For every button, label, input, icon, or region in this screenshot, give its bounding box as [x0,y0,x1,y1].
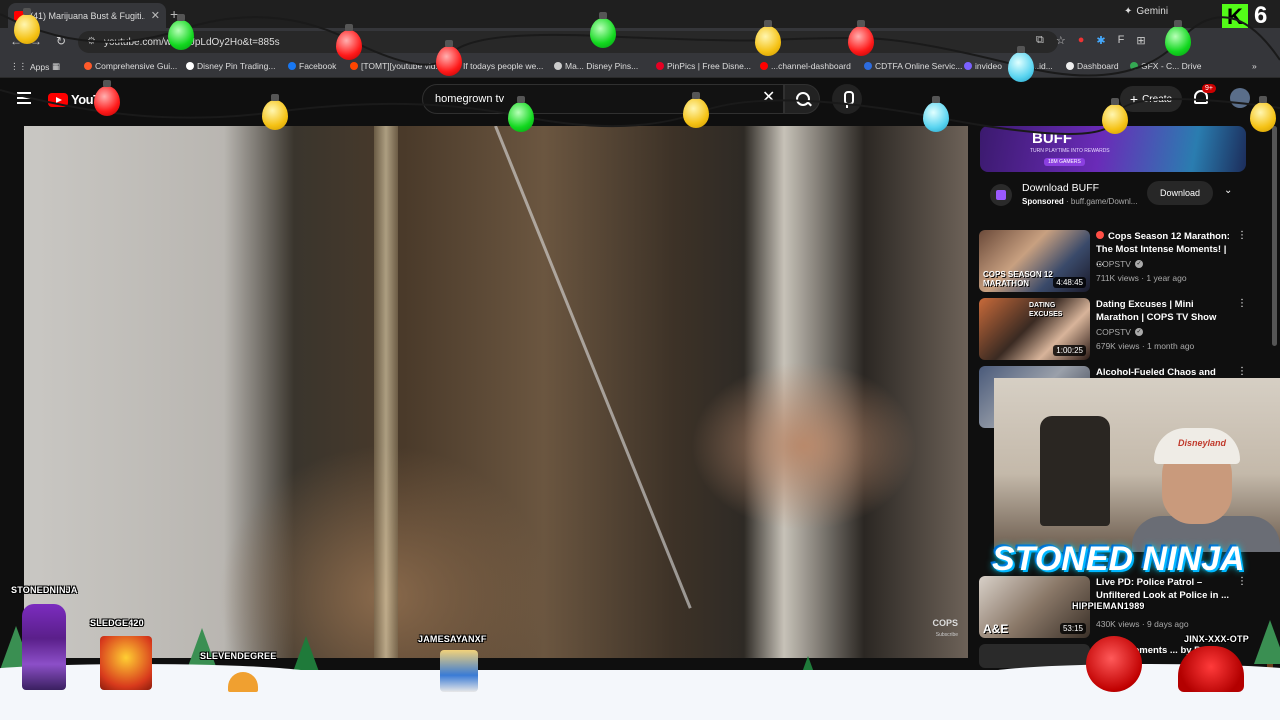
verified-check-icon: ✓ [1134,328,1143,336]
stoned-ninja-overlay-logo: STONED NINJA [992,540,1245,578]
view-count: 679K views · 1 month ago [1096,341,1195,351]
christmas-light-icon [508,96,534,132]
chatter-name: JAMESAYANXF [418,634,487,644]
christmas-light-icon [1102,98,1128,134]
ad-download-button[interactable]: Download [1147,181,1213,205]
red-dot-icon [1096,231,1104,239]
pine-tree-icon [1254,620,1280,672]
channel-watermark[interactable]: COPS [932,618,958,628]
channel-name[interactable]: COPSTV ✓ [1096,327,1143,337]
ad-banner-pill: 18M GAMERS [1044,158,1085,166]
ae-logo: A&E [983,622,1009,636]
video-player[interactable]: COPS Subscribe [24,126,968,658]
ad-meta: Sponsored · buff.game/Downl... [1022,197,1138,206]
christmas-light-icon [336,24,362,60]
watermark-subscribe[interactable]: Subscribe [936,632,958,638]
disneyland-cap-logo: Disneyland [1178,438,1227,448]
ad-info-row: Download BUFF Sponsored · buff.game/Down… [990,180,1250,210]
chatter-avatar-sprite [1178,646,1244,692]
christmas-light-icon [755,20,781,56]
christmas-light-icon [168,14,194,50]
thumbnail-text: COPS SEASON 12 MARATHON [983,270,1053,288]
view-count: 711K views · 1 year ago [1096,273,1187,283]
recommendation-title: Dating Excuses | Mini Marathon | COPS TV… [1096,299,1217,323]
sidebar-scrollbar[interactable] [1272,126,1277,346]
streamer-webcam: Disneyland [994,378,1280,552]
recommendation-item[interactable]: COPS SEASON 12 MARATHON 4:48:45 Cops Sea… [979,230,1249,294]
recommendation-item[interactable]: DATING EXCUSES 1:00:25 Dating Excuses | … [979,298,1249,362]
christmas-light-icon [590,12,616,48]
chatter-avatar-sprite [1086,636,1142,692]
more-options-icon[interactable]: ⋮ [1237,230,1247,241]
buff-logo-icon[interactable] [990,184,1012,206]
video-thumbnail[interactable]: COPS SEASON 12 MARATHON 4:48:45 [979,230,1090,292]
chatter-name: HIPPIEMAN1989 [1072,601,1145,611]
chatter-avatar-sprite [22,604,66,690]
more-options-icon[interactable]: ⋮ [1237,298,1247,309]
chatter-avatar-sprite [100,636,152,690]
chatter-avatar-sprite [440,650,478,692]
christmas-light-icon [1165,20,1191,56]
snow-ground [0,670,1280,720]
chatter-name: SLEVENDEGREE [200,651,277,661]
video-frame-detail [494,126,692,609]
webcam-chair [1040,416,1110,526]
christmas-light-icon [923,96,949,132]
christmas-light-icon [1250,96,1276,132]
thumbnail-text: DATING EXCUSES [1029,302,1063,318]
lights-wire-line [0,13,1280,77]
lights-wire [0,13,1280,135]
chevron-down-icon[interactable]: ⌄ [1224,185,1232,196]
chatter-name: JINX-XXX-OTP [1184,634,1249,644]
verified-check-icon: ✓ [1134,260,1143,268]
duration-badge: 1:00:25 [1053,345,1086,356]
more-options-icon[interactable]: ⋮ [1237,366,1247,377]
ad-title[interactable]: Download BUFF [1022,182,1099,194]
view-count: 430K views · 9 days ago [1096,619,1189,629]
video-thumbnail[interactable]: DATING EXCUSES 1:00:25 [979,298,1090,360]
recommendation-title: Live PD: Police Patrol – Unfiltered Look… [1096,577,1230,601]
christmas-light-icon [14,8,40,44]
christmas-light-icon [94,80,120,116]
video-frame-detail [374,126,398,658]
christmas-light-icon [436,40,462,76]
chatter-name: STONEDNINJA [11,585,78,595]
chatter-name: SLEDGE420 [90,618,144,628]
duration-badge: 4:48:45 [1053,277,1086,288]
duration-badge: 53:15 [1059,623,1086,634]
christmas-light-icon [1008,46,1034,82]
christmas-light-icon [262,94,288,130]
christmas-light-icon [683,92,709,128]
christmas-light-icon [848,20,874,56]
channel-name[interactable]: COPSTV ✓ [1096,259,1143,269]
ad-banner-tagline: TURN PLAYTIME INTO REWARDS [1030,148,1110,154]
lights-wire-line [0,89,1280,135]
